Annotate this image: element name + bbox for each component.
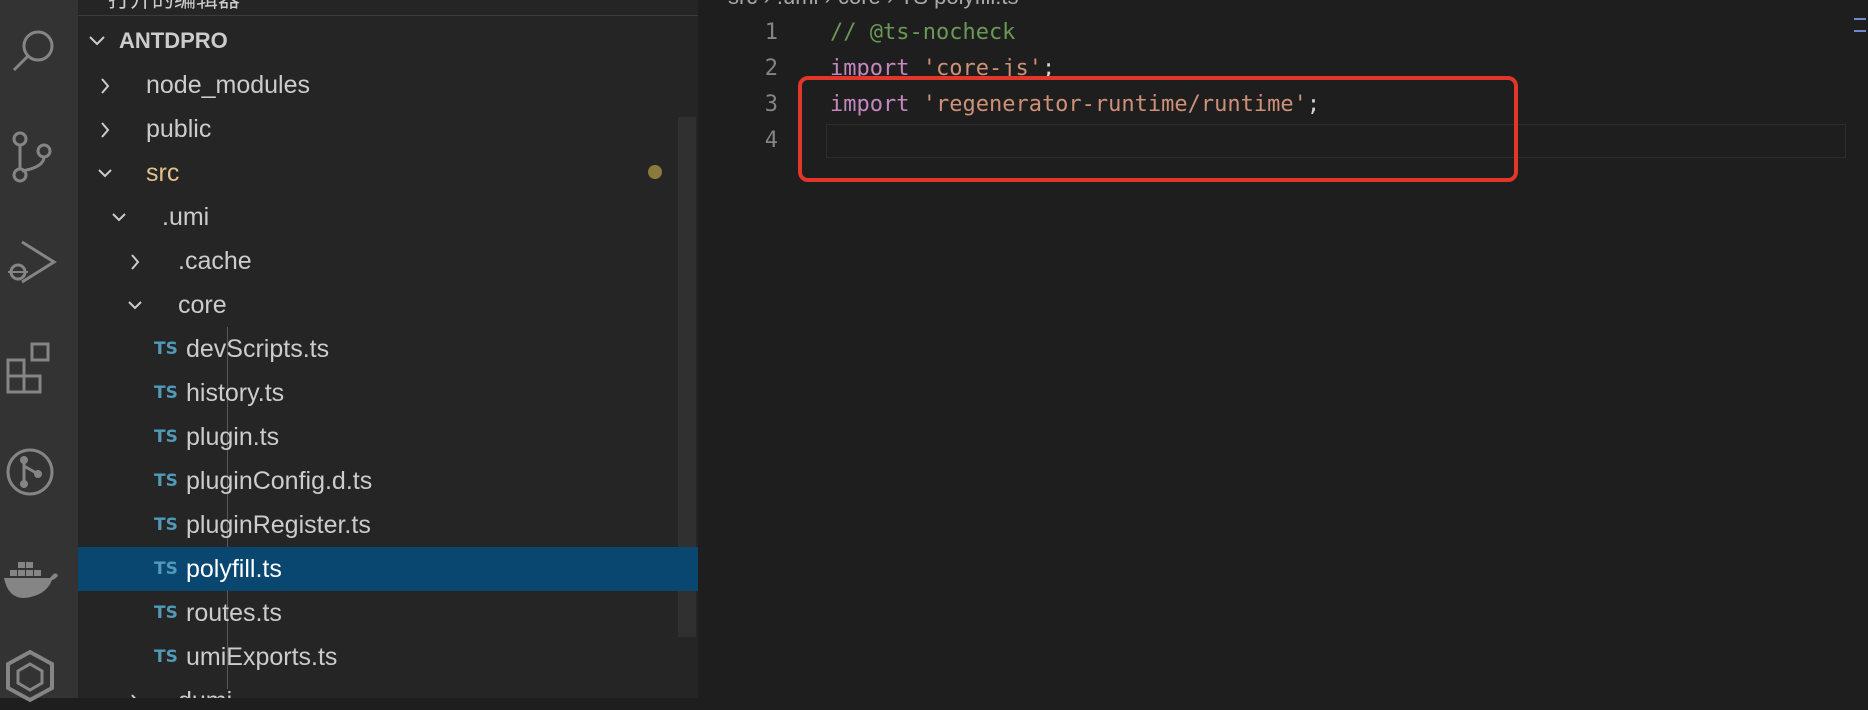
chevron-down-icon [128, 301, 142, 310]
chevron-right-icon [101, 78, 110, 94]
red-annotation-box [798, 76, 1518, 182]
tree-item-label: pluginRegister.ts [186, 511, 371, 539]
file-item[interactable]: TS routes.ts [78, 591, 698, 635]
code-line[interactable]: 1 // @ts-nocheck [698, 15, 1868, 51]
folder-item[interactable]: .umi [78, 195, 698, 239]
file-item[interactable]: TS plugin.ts [78, 415, 698, 459]
docker-icon[interactable] [0, 548, 60, 608]
explorer-section-header[interactable]: ANTDPRO [78, 22, 698, 60]
tree-item-label: .cache [178, 247, 252, 275]
tree-item-label: pluginConfig.d.ts [186, 467, 373, 495]
line-number: 1 [764, 20, 778, 45]
folder-item[interactable]: public [78, 107, 698, 151]
folder-item[interactable]: dumi [78, 679, 698, 698]
file-item[interactable]: TS polyfill.ts [78, 547, 698, 591]
file-item[interactable]: TS history.ts [78, 371, 698, 415]
chevron-down-icon [98, 169, 112, 178]
file-item[interactable]: TS devScripts.ts [78, 327, 698, 371]
code-text: // @ts-nocheck [830, 15, 1015, 51]
folder-item[interactable]: src [78, 151, 698, 195]
chevron-right-icon [131, 694, 136, 698]
typescript-file-icon: TS [154, 471, 178, 491]
run-debug-icon[interactable] [2, 232, 62, 292]
chevron-down-icon [89, 36, 105, 46]
tree-item-label: dumi [178, 679, 232, 698]
activity-bar [0, 0, 78, 703]
tree-item-label: core [178, 291, 227, 319]
typescript-file-icon: TS [154, 647, 178, 667]
open-editors-header[interactable]: 打开的编辑器 [78, 0, 698, 16]
explorer-sidebar: 打开的编辑器 ANTDPRO node_modulespublic src .umi… [78, 0, 698, 698]
breadcrumb[interactable]: src › .umi › core › TS polyfill.ts [728, 0, 1019, 10]
line-number: 3 [764, 92, 778, 117]
folder-item[interactable]: node_modules [78, 63, 698, 107]
file-item[interactable]: TS pluginConfig.d.ts [78, 459, 698, 503]
tree-item-label: node_modules [146, 71, 311, 99]
typescript-file-icon: TS [154, 515, 178, 535]
folder-item[interactable]: core [78, 283, 698, 327]
tree-item-label: history.ts [186, 379, 285, 407]
typescript-file-icon: TS [154, 383, 178, 403]
chevron-right-icon [101, 122, 110, 138]
file-item[interactable]: TS pluginRegister.ts [78, 503, 698, 547]
tree-item-label: src [146, 159, 180, 187]
chevron-down-icon [112, 213, 126, 222]
tree-item-label: .umi [162, 203, 210, 231]
line-number: 4 [764, 128, 778, 153]
tree-item-label: devScripts.ts [186, 335, 330, 363]
remote-icon[interactable] [0, 646, 60, 706]
tree-item-label: routes.ts [186, 599, 282, 627]
chevron-right-icon [131, 254, 140, 270]
tree-item-label: plugin.ts [186, 423, 280, 451]
source-control-icon[interactable] [2, 127, 62, 187]
line-number: 2 [764, 56, 778, 81]
typescript-file-icon: TS [154, 339, 178, 359]
code-token: // @ts-nocheck [830, 20, 1016, 45]
explorer-section-title: ANTDPRO [119, 28, 228, 53]
typescript-file-icon: TS [154, 427, 178, 447]
search-icon[interactable] [4, 22, 64, 82]
tree-item-label: umiExports.ts [186, 643, 338, 671]
folder-item[interactable]: .cache [78, 239, 698, 283]
open-editors-label: 打开的编辑器 [108, 0, 241, 13]
git-graph-icon[interactable] [0, 442, 60, 502]
file-item[interactable]: TS umiExports.ts [78, 635, 698, 679]
tree-item-label: public [146, 115, 212, 143]
extensions-icon[interactable] [2, 338, 62, 398]
minimap[interactable] [1854, 18, 1866, 32]
typescript-file-icon: TS [154, 603, 178, 623]
tree-item-label: polyfill.ts [186, 555, 282, 583]
typescript-file-icon: TS [154, 559, 178, 579]
